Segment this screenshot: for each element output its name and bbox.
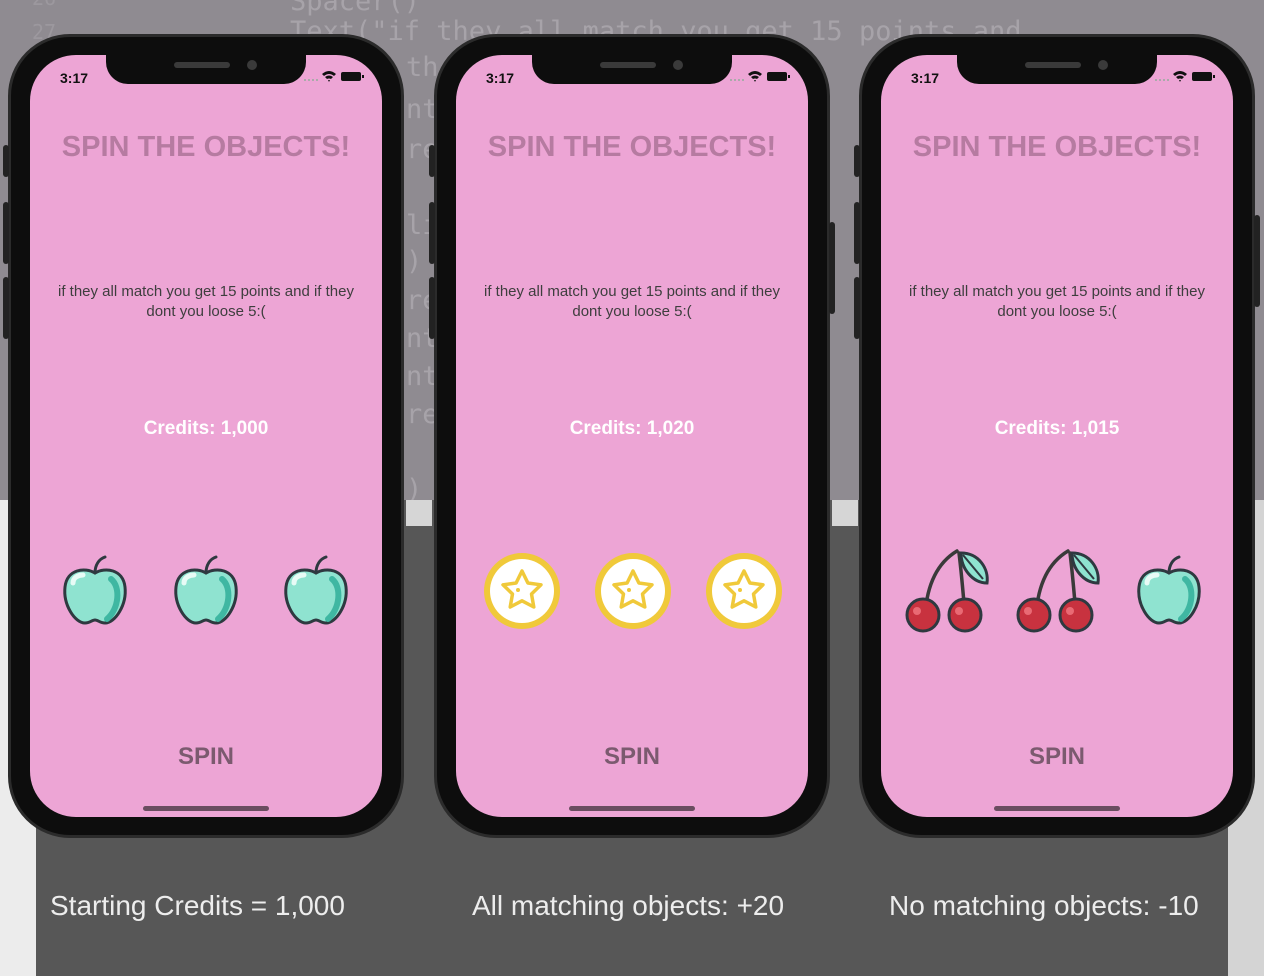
home-indicator (143, 806, 269, 811)
cherry-icon (903, 545, 993, 635)
camera-icon (673, 60, 683, 70)
phone-all-match: 3:17 SPIN THE OBJECTS! if they all match… (429, 34, 835, 838)
rules-text: if they all match you get 15 points and … (483, 283, 780, 320)
side-button (429, 145, 435, 177)
apple-icon (276, 551, 356, 631)
side-button (854, 145, 860, 177)
side-button (829, 222, 835, 314)
apple-icon (55, 551, 135, 631)
speaker (600, 62, 656, 68)
credits-label: Credits: 1,000 (143, 418, 269, 439)
background-bar (832, 500, 858, 526)
spin-button[interactable]: SPIN (30, 743, 382, 771)
side-button (3, 145, 9, 177)
phone-screen: 3:17 SPIN THE OBJECTS! if they all match… (30, 55, 382, 817)
caption-starting-credits: Starting Credits = 1,000 (50, 890, 345, 921)
cherry-icon (1014, 545, 1104, 635)
side-button (854, 202, 860, 264)
credits-label: Credits: 1,015 (994, 418, 1120, 439)
star-icon (704, 551, 784, 631)
credits-label: Credits: 1,020 (569, 418, 695, 439)
spin-button[interactable]: SPIN (456, 743, 808, 771)
code-line: Spacer() (290, 0, 421, 17)
apple-icon (166, 551, 246, 631)
status-time: 3:17 (60, 70, 89, 86)
home-indicator (994, 806, 1120, 811)
page-title: SPIN THE OBJECTS! (912, 131, 1202, 163)
phone-screen: 3:17 SPIN THE OBJECTS! if they all match… (456, 55, 808, 817)
apple-icon (1129, 551, 1209, 631)
side-button (429, 277, 435, 339)
status-icons (304, 71, 364, 82)
caption-all-match: All matching objects: +20 (472, 890, 785, 921)
code-line: ) (406, 474, 423, 500)
home-indicator (569, 806, 695, 811)
camera-icon (1098, 60, 1108, 70)
star-icon (482, 551, 562, 631)
status-icons (730, 71, 790, 82)
phone-starting: 3:17 SPIN THE OBJECTS! if they all match… (3, 34, 404, 838)
phone-screen: 3:17 SPIN THE OBJECTS! if they all match… (881, 55, 1233, 817)
side-button (1254, 215, 1260, 307)
side-button (854, 277, 860, 339)
status-time: 3:17 (911, 70, 940, 86)
side-button (3, 277, 9, 339)
notch (957, 55, 1157, 84)
notch (532, 55, 732, 84)
background-bar (406, 500, 432, 526)
status-time: 3:17 (486, 70, 515, 86)
rules-text: if they all match you get 15 points and … (908, 283, 1205, 320)
phone-no-match: 3:17 SPIN THE OBJECTS! if they all match… (854, 34, 1260, 838)
star-icon (593, 551, 673, 631)
line-number: 26 (32, 0, 56, 10)
caption-no-match: No matching objects: -10 (889, 890, 1199, 921)
status-icons (1155, 71, 1215, 82)
speaker (1025, 62, 1081, 68)
camera-icon (247, 60, 257, 70)
rules-text: if they all match you get 15 points and … (57, 283, 354, 320)
code-line: ) (406, 246, 423, 277)
code-line: th (406, 52, 439, 83)
spin-button[interactable]: SPIN (881, 743, 1233, 771)
side-button (429, 202, 435, 264)
page-title: SPIN THE OBJECTS! (61, 131, 351, 163)
speaker (174, 62, 230, 68)
page-title: SPIN THE OBJECTS! (487, 131, 777, 163)
notch (106, 55, 306, 84)
side-button (3, 202, 9, 264)
